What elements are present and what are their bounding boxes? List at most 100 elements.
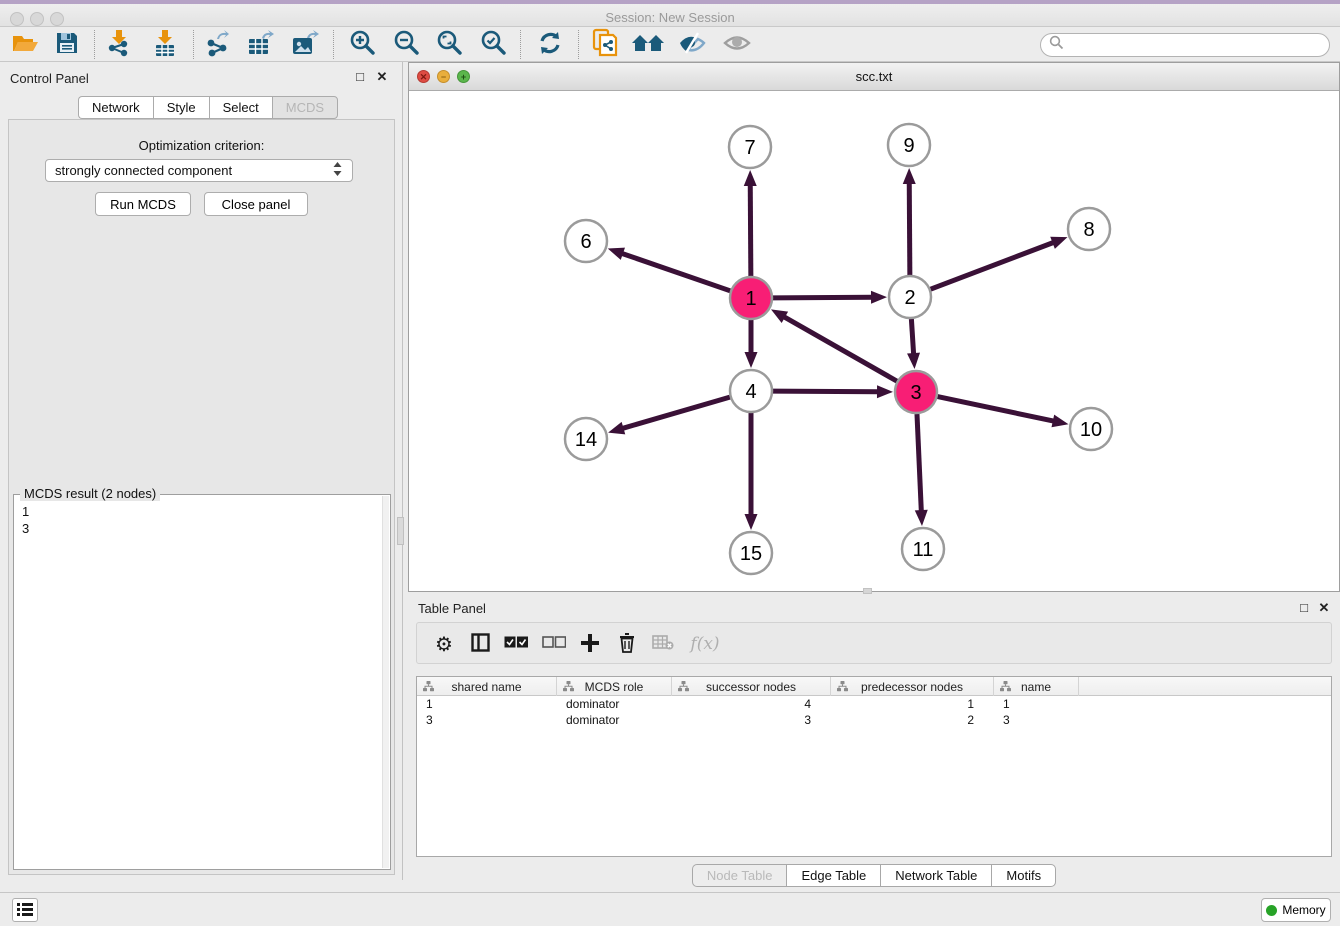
control-panel-float-button[interactable]: □: [352, 69, 368, 84]
save-session-button[interactable]: [48, 29, 86, 60]
toolbar-separator: [94, 30, 95, 59]
edge-arrow-1-7: [744, 170, 757, 186]
refresh-icon: [537, 30, 563, 59]
show-hide-graphics-button[interactable]: [673, 29, 711, 60]
unselect-all-button[interactable]: [539, 629, 569, 659]
table-cell[interactable]: 3: [417, 712, 557, 728]
table-panel-title: Table Panel: [418, 601, 486, 616]
table-panel-close-button[interactable]: ✕: [1316, 600, 1332, 616]
tab-network-table[interactable]: Network Table: [880, 864, 991, 887]
mcds-result-area[interactable]: 1 3: [14, 495, 390, 869]
criterion-dropdown[interactable]: strongly connected component: [45, 159, 353, 182]
column-header-name[interactable]: name: [994, 677, 1079, 696]
toolbar-separator: [520, 30, 521, 59]
table-cell[interactable]: 3: [672, 712, 831, 728]
table-cell[interactable]: 3: [994, 712, 1079, 728]
result-scrollbar[interactable]: [382, 496, 389, 868]
close-panel-button[interactable]: Close panel: [204, 192, 308, 216]
table-row[interactable]: 1dominator411: [417, 696, 1331, 712]
settings-gear-button[interactable]: ⚙: [429, 629, 459, 659]
edge-1-6[interactable]: [621, 253, 730, 291]
column-browser-button[interactable]: [465, 629, 495, 659]
delete-table-button[interactable]: [648, 629, 678, 659]
node-label-1: 1: [745, 288, 756, 310]
task-history-button[interactable]: [12, 898, 38, 922]
table-cell[interactable]: dominator: [557, 712, 672, 728]
column-header-predecessor-nodes[interactable]: predecessor nodes: [831, 677, 994, 696]
node-label-4: 4: [745, 381, 756, 403]
function-builder-button[interactable]: f(x): [685, 629, 725, 659]
table-cell[interactable]: 2: [831, 712, 994, 728]
edge-3-1[interactable]: [783, 316, 897, 381]
import-network-button[interactable]: [100, 29, 138, 60]
tab-network[interactable]: Network: [78, 96, 153, 119]
edge-3-11[interactable]: [917, 414, 921, 512]
task-list-icon: [17, 902, 33, 919]
node-label-7: 7: [744, 137, 755, 159]
edge-1-2[interactable]: [773, 297, 873, 298]
search-input[interactable]: [1068, 35, 1329, 55]
edge-2-8[interactable]: [931, 242, 1055, 289]
run-mcds-button[interactable]: Run MCDS: [95, 192, 191, 216]
memory-label: Memory: [1282, 903, 1325, 917]
tab-motifs[interactable]: Motifs: [991, 864, 1056, 887]
import-table-button[interactable]: [146, 29, 184, 60]
first-neighbors-button[interactable]: [629, 29, 667, 60]
export-network-button[interactable]: [199, 29, 237, 60]
refresh-button[interactable]: [531, 29, 569, 60]
network-canvas[interactable]: 7968124314101511: [409, 91, 1339, 591]
clone-network-button[interactable]: [586, 29, 624, 60]
edge-3-10[interactable]: [938, 397, 1055, 422]
tab-mcds[interactable]: MCDS: [272, 96, 338, 119]
settings-gear-icon: ⚙: [435, 632, 453, 657]
edge-1-7[interactable]: [750, 184, 751, 276]
network-window-title: scc.txt: [409, 69, 1339, 84]
edge-arrow-2-8: [1050, 237, 1067, 249]
search-field[interactable]: [1040, 33, 1330, 57]
zoom-out-button[interactable]: [387, 29, 425, 60]
table-cell[interactable]: 4: [672, 696, 831, 712]
zoom-selected-icon: [480, 30, 506, 59]
table-cell[interactable]: 1: [417, 696, 557, 712]
import-network-icon: [106, 29, 132, 60]
open-file-button[interactable]: [6, 29, 44, 60]
select-all-button[interactable]: [501, 629, 531, 659]
table-panel-float-button[interactable]: □: [1296, 600, 1312, 615]
add-column-button[interactable]: [575, 629, 605, 659]
column-header-MCDS-role[interactable]: MCDS role: [557, 677, 672, 696]
control-panel-title: Control Panel: [10, 71, 89, 86]
column-header-shared-name[interactable]: shared name: [417, 677, 557, 696]
column-header-icon: [563, 681, 574, 692]
export-image-icon: [290, 29, 320, 60]
edge-4-14[interactable]: [622, 397, 730, 429]
tab-style[interactable]: Style: [153, 96, 209, 119]
select-all-icon: [504, 636, 528, 652]
table-cell[interactable]: 1: [831, 696, 994, 712]
column-header-successor-nodes[interactable]: successor nodes: [672, 677, 831, 696]
column-header-icon: [678, 681, 689, 692]
zoom-selected-button[interactable]: [474, 29, 512, 60]
memory-button[interactable]: Memory: [1261, 898, 1331, 922]
mcds-result-box: 1 3 MCDS result (2 nodes): [13, 494, 391, 870]
table-row[interactable]: 3dominator323: [417, 712, 1331, 728]
edge-2-3[interactable]: [911, 319, 913, 355]
table-cell[interactable]: 1: [994, 696, 1079, 712]
control-panel-close-button[interactable]: ✕: [374, 69, 390, 85]
network-graph: 7968124314101511: [409, 91, 1339, 591]
status-bar: Memory: [0, 892, 1340, 926]
panel-splitter-handle[interactable]: [397, 517, 404, 545]
tab-select[interactable]: Select: [209, 96, 272, 119]
zoom-fit-button[interactable]: [430, 29, 468, 60]
export-image-button[interactable]: [286, 29, 324, 60]
table-cell[interactable]: dominator: [557, 696, 672, 712]
zoom-in-button[interactable]: [343, 29, 381, 60]
edge-4-3[interactable]: [773, 391, 879, 392]
export-table-button[interactable]: [242, 29, 280, 60]
delete-column-button[interactable]: [612, 629, 642, 659]
node-table[interactable]: shared nameMCDS rolesuccessor nodesprede…: [416, 676, 1332, 857]
edge-2-9[interactable]: [909, 182, 910, 275]
edge-arrow-2-9: [903, 168, 916, 184]
tab-edge-table[interactable]: Edge Table: [786, 864, 880, 887]
tab-node-table[interactable]: Node Table: [692, 864, 787, 887]
birdseye-view-button[interactable]: [718, 29, 756, 60]
